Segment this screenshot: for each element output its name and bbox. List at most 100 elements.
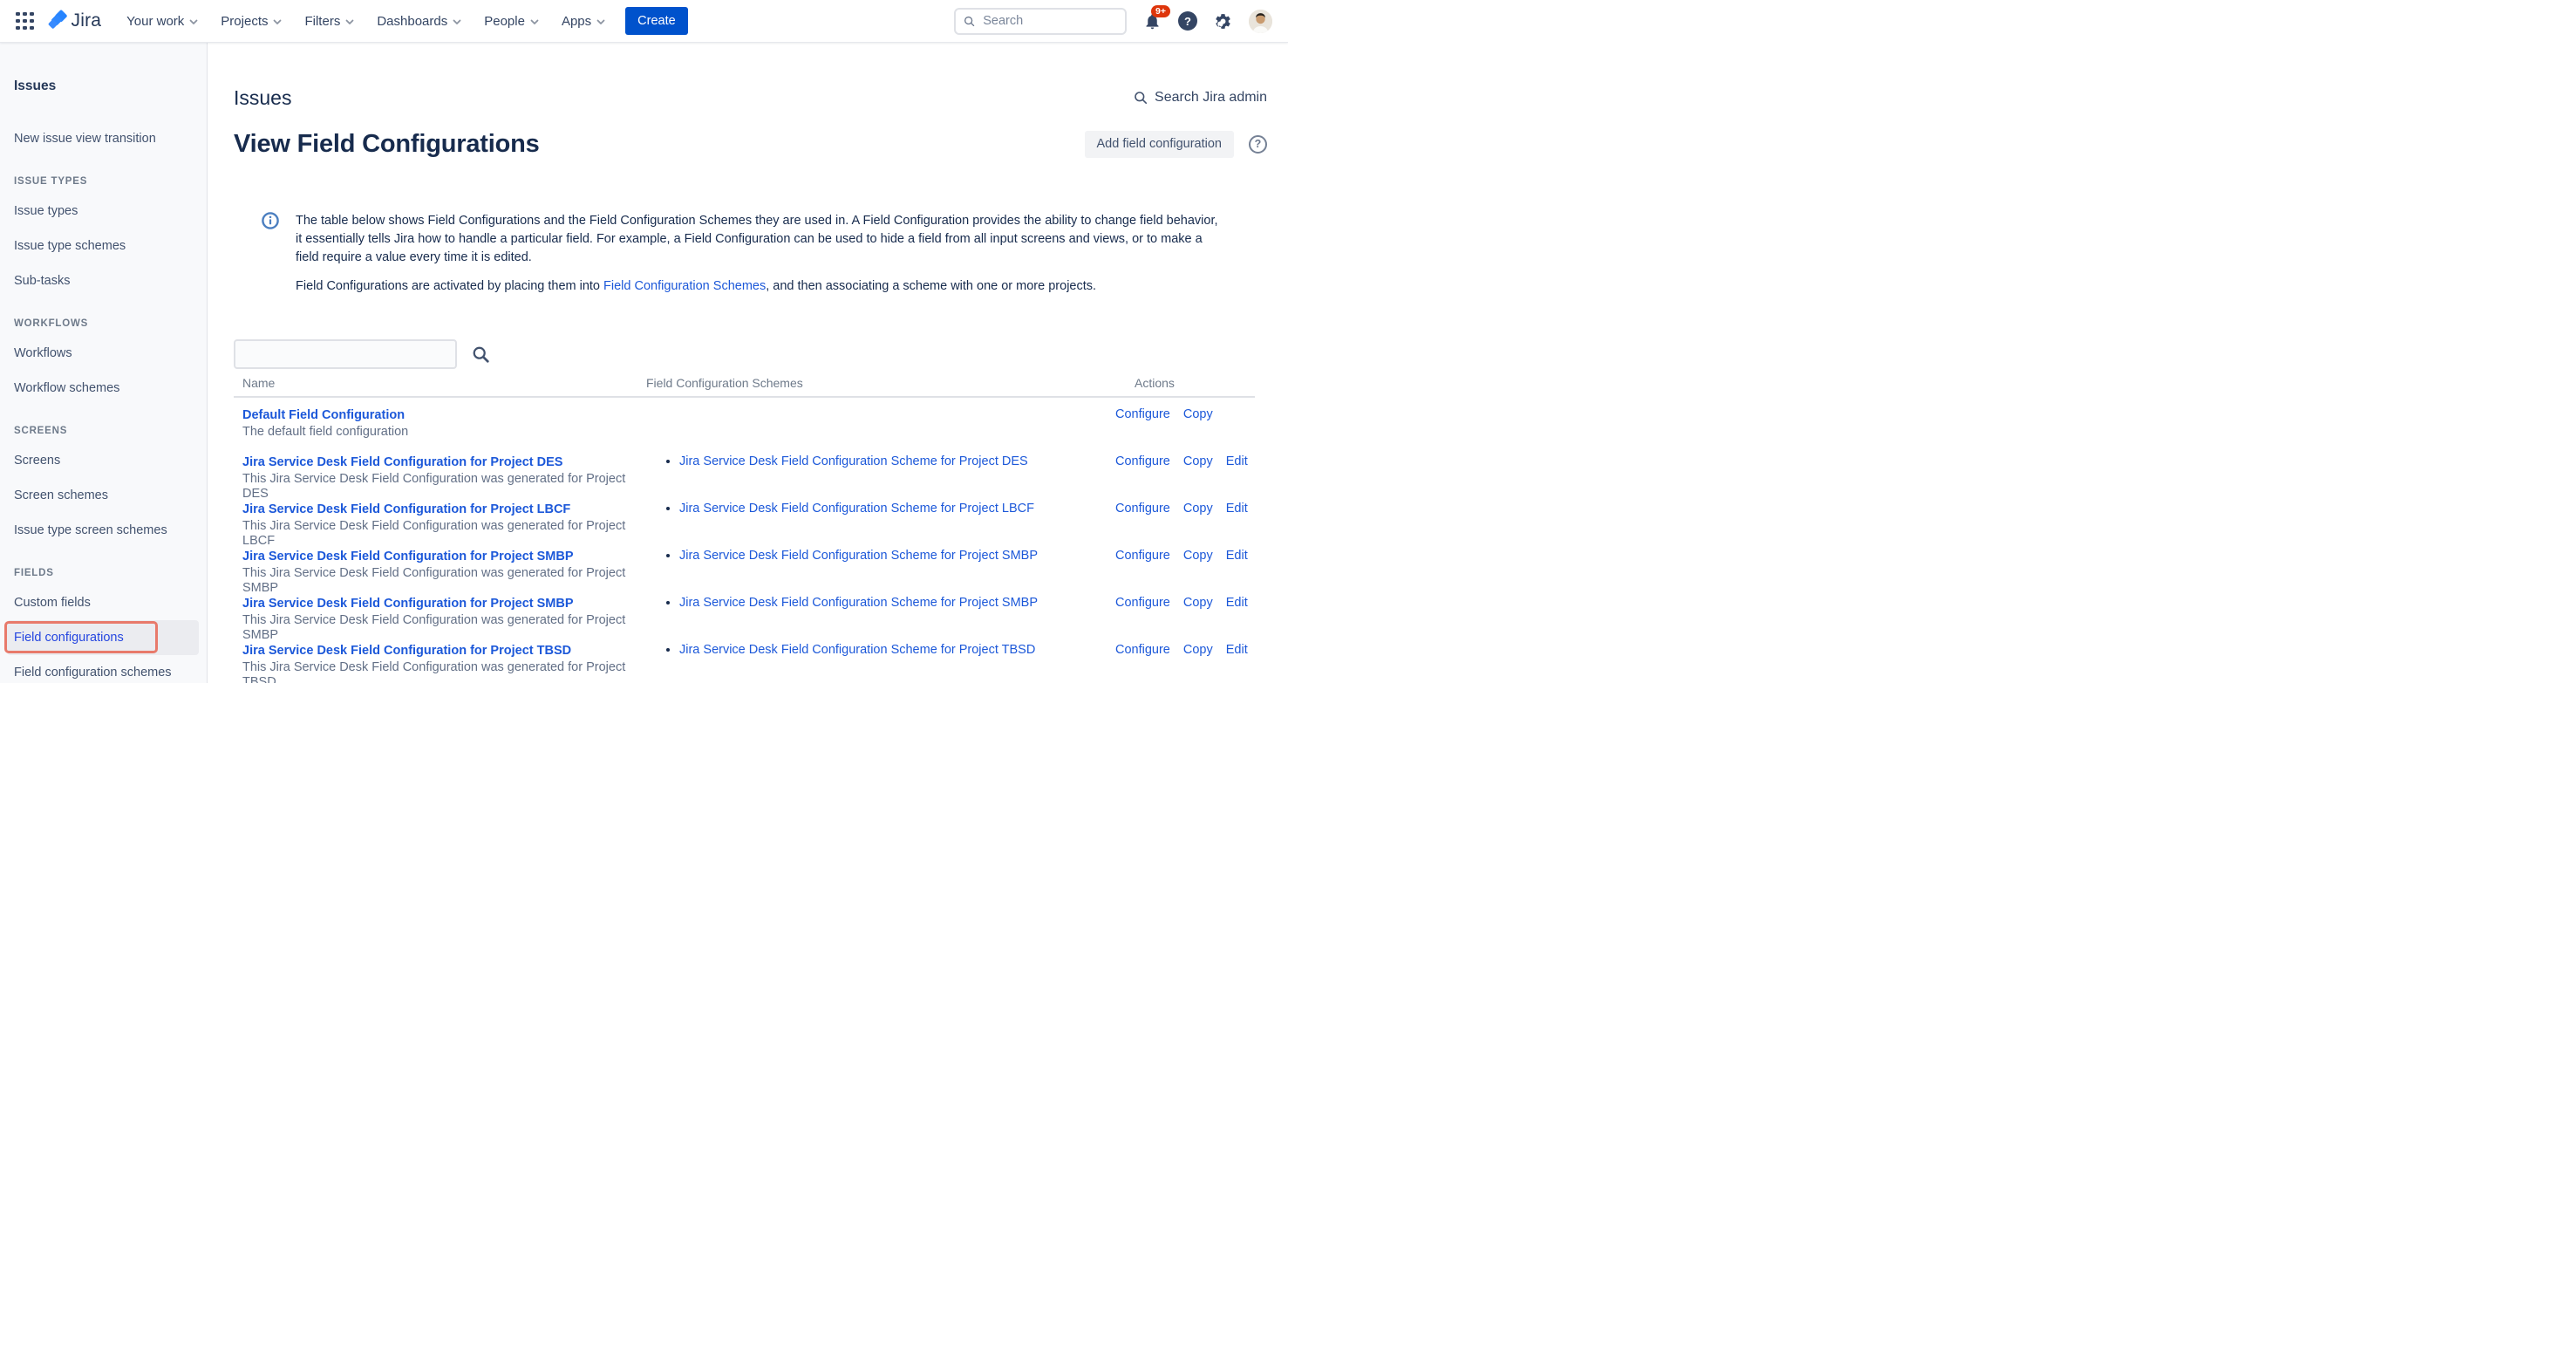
configure-link[interactable]: Configure (1115, 596, 1170, 611)
main-content: Issues Search Jira admin View Field Conf… (208, 43, 1288, 683)
nav-item-label: People (484, 14, 525, 29)
field-configuration-description: This Jira Service Desk Field Configurati… (242, 566, 646, 596)
sidebar-item-workflows[interactable]: Workflows (0, 336, 207, 371)
configure-link[interactable]: Configure (1115, 502, 1170, 516)
global-search-box[interactable] (954, 8, 1127, 35)
nav-item-dashboards[interactable]: Dashboards (365, 7, 473, 35)
nav-item-label: Apps (562, 14, 591, 29)
filter-search-icon[interactable] (472, 345, 490, 364)
field-configuration-description: This Jira Service Desk Field Configurati… (242, 519, 646, 549)
nav-item-people[interactable]: People (473, 7, 550, 35)
table-header-row: Name Field Configuration Schemes Actions (234, 376, 1255, 398)
configure-link[interactable]: Configure (1115, 643, 1170, 658)
table-row: Default Field Configuration The default … (234, 398, 1255, 445)
nav-item-label: Dashboards (377, 14, 447, 29)
page-title: View Field Configurations (234, 130, 540, 159)
nav-item-your-work[interactable]: Your work (115, 7, 209, 35)
field-configuration-description: This Jira Service Desk Field Configurati… (242, 660, 646, 683)
sidebar-item-new-issue-view-transition[interactable]: New issue view transition (0, 121, 207, 156)
copy-link[interactable]: Copy (1183, 502, 1213, 516)
field-configuration-schemes-link[interactable]: Field Configuration Schemes (603, 279, 766, 293)
edit-link[interactable]: Edit (1226, 643, 1248, 658)
sidebar-item-field-configuration-schemes[interactable]: Field configuration schemes (0, 655, 207, 683)
copy-link[interactable]: Copy (1183, 596, 1213, 611)
sidebar-item-label: Field configurations (14, 631, 124, 645)
filter-configurations-input[interactable] (234, 339, 457, 369)
copy-link[interactable]: Copy (1183, 643, 1213, 658)
jira-logo-mark-icon (46, 10, 69, 32)
jira-logo-text: Jira (72, 10, 102, 31)
copy-link[interactable]: Copy (1183, 407, 1213, 422)
configure-link[interactable]: Configure (1115, 454, 1170, 469)
add-field-configuration-button[interactable]: Add field configuration (1085, 131, 1235, 158)
configure-link[interactable]: Configure (1115, 549, 1170, 563)
field-configuration-link[interactable]: Jira Service Desk Field Configuration fo… (242, 455, 562, 470)
sidebar-item-issue-type-schemes[interactable]: Issue type schemes (0, 229, 207, 263)
scheme-link[interactable]: Jira Service Desk Field Configuration Sc… (679, 549, 1038, 563)
sidebar-item-issue-type-screen-schemes[interactable]: Issue type screen schemes (0, 513, 207, 548)
question-mark-icon: ? (1184, 15, 1191, 28)
sidebar-item-sub-tasks[interactable]: Sub-tasks (0, 263, 207, 298)
field-configuration-link[interactable]: Jira Service Desk Field Configuration fo… (242, 502, 570, 517)
sidebar-item-issue-types[interactable]: Issue types (0, 194, 207, 229)
nav-left-cluster: Jira Your work Projects Filters Dashboar… (12, 7, 954, 35)
admin-sidebar: Issues New issue view transition ISSUE T… (0, 43, 208, 683)
edit-link[interactable]: Edit (1226, 549, 1248, 563)
configure-link[interactable]: Configure (1115, 407, 1170, 422)
scheme-link[interactable]: Jira Service Desk Field Configuration Sc… (679, 502, 1034, 516)
table-row: Jira Service Desk Field Configuration fo… (234, 445, 1255, 492)
field-configuration-description: This Jira Service Desk Field Configurati… (242, 613, 646, 643)
search-icon (964, 15, 975, 28)
notifications-badge: 9+ (1151, 5, 1170, 18)
breadcrumb-title: Issues (234, 86, 291, 110)
copy-link[interactable]: Copy (1183, 549, 1213, 563)
scheme-link[interactable]: Jira Service Desk Field Configuration Sc… (679, 596, 1038, 610)
nav-item-projects[interactable]: Projects (209, 7, 293, 35)
field-configuration-link[interactable]: Jira Service Desk Field Configuration fo… (242, 550, 574, 564)
sidebar-item-custom-fields[interactable]: Custom fields (0, 585, 207, 620)
global-search-input[interactable] (981, 13, 1117, 29)
info-icon (262, 212, 279, 296)
chevron-down-icon (596, 19, 605, 25)
user-avatar[interactable] (1249, 10, 1272, 33)
settings-button[interactable] (1214, 12, 1232, 31)
copy-link[interactable]: Copy (1183, 454, 1213, 469)
nav-item-label: Projects (221, 14, 268, 29)
help-button[interactable]: ? (1178, 11, 1197, 31)
page-help-button[interactable]: ? (1249, 135, 1267, 154)
search-jira-admin-label: Search Jira admin (1155, 90, 1267, 106)
info-panel: The table below shows Field Configuratio… (234, 212, 1267, 296)
nav-item-filters[interactable]: Filters (293, 7, 365, 35)
edit-link[interactable]: Edit (1226, 454, 1248, 469)
gear-icon (1214, 12, 1232, 31)
nav-item-label: Your work (126, 14, 184, 29)
sidebar-title: Issues (0, 69, 207, 104)
field-configurations-table: Name Field Configuration Schemes Actions… (234, 376, 1255, 680)
field-configuration-link[interactable]: Default Field Configuration (242, 408, 405, 423)
info-text: The table below shows Field Configuratio… (296, 212, 1225, 296)
search-jira-admin-button[interactable]: Search Jira admin (1134, 90, 1267, 106)
notifications-button[interactable]: 9+ (1143, 12, 1162, 31)
chevron-down-icon (345, 19, 354, 25)
create-button[interactable]: Create (625, 7, 688, 35)
column-header-actions: Actions (1115, 376, 1255, 390)
app-switcher-icon[interactable] (16, 12, 34, 31)
scheme-link[interactable]: Jira Service Desk Field Configuration Sc… (679, 643, 1035, 657)
nav-item-apps[interactable]: Apps (550, 7, 617, 35)
jira-logo[interactable]: Jira (46, 10, 102, 32)
sidebar-item-screen-schemes[interactable]: Screen schemes (0, 478, 207, 513)
edit-link[interactable]: Edit (1226, 596, 1248, 611)
field-configuration-link[interactable]: Jira Service Desk Field Configuration fo… (242, 597, 574, 611)
scheme-link[interactable]: Jira Service Desk Field Configuration Sc… (679, 454, 1028, 468)
jira-admin-page: Jira Your work Projects Filters Dashboar… (0, 0, 1288, 683)
chevron-down-icon (453, 19, 461, 25)
field-configuration-link[interactable]: Jira Service Desk Field Configuration fo… (242, 644, 571, 659)
sidebar-item-screens[interactable]: Screens (0, 443, 207, 478)
search-icon (1134, 91, 1148, 105)
chevron-down-icon (530, 19, 539, 25)
edit-link[interactable]: Edit (1226, 502, 1248, 516)
question-mark-icon: ? (1255, 138, 1262, 150)
nav-item-label: Filters (304, 14, 340, 29)
sidebar-item-field-configurations[interactable]: Field configurations (7, 620, 199, 655)
sidebar-item-workflow-schemes[interactable]: Workflow schemes (0, 371, 207, 406)
